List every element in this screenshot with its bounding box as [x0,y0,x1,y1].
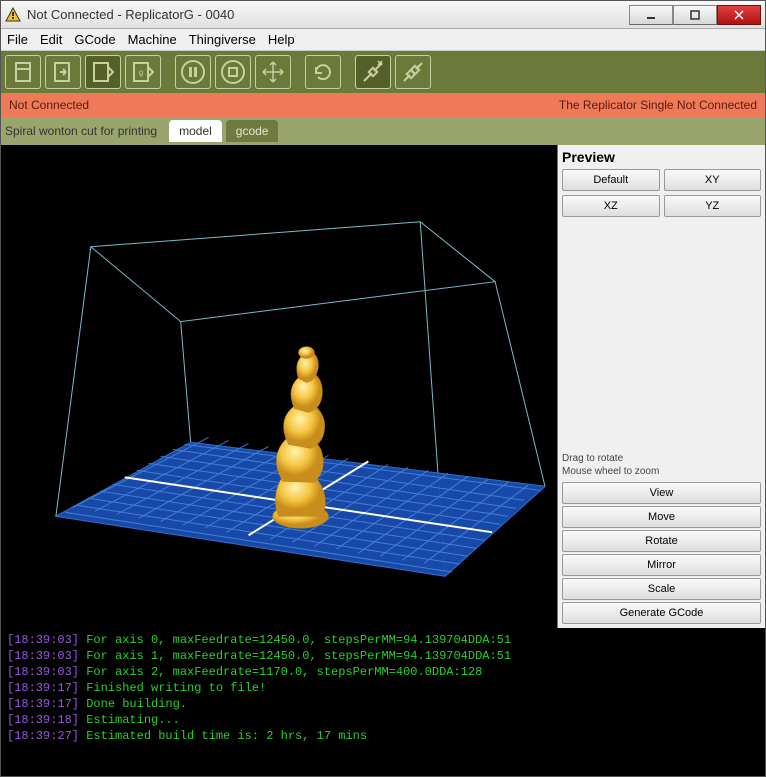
preview-xz-button[interactable]: XZ [562,195,660,217]
hint-drag: Drag to rotate [562,452,761,465]
toolbar-connect-icon[interactable] [355,55,391,89]
console-message: Finished writing to file! [79,681,266,695]
menu-edit[interactable]: Edit [40,32,62,47]
console-timestamp: [18:39:17] [7,681,79,695]
side-panel: Preview Default XY XZ YZ Drag to rotate … [558,145,765,628]
toolbar-move-icon[interactable] [255,55,291,89]
viewport-3d[interactable] [1,145,558,628]
status-machine: The Replicator Single Not Connected [559,98,757,112]
mirror-button[interactable]: Mirror [562,554,761,576]
console-line: [18:39:03] For axis 0, maxFeedrate=12450… [7,632,759,648]
app-icon [5,7,21,23]
window-title: Not Connected - ReplicatorG - 0040 [27,7,629,22]
window-close-button[interactable] [717,5,761,25]
console-message: For axis 0, maxFeedrate=12450.0, stepsPe… [79,633,511,647]
toolbar-stop-icon[interactable] [215,55,251,89]
file-name: Spiral wonton cut for printing [5,124,157,138]
generate-gcode-button[interactable]: Generate GCode [562,602,761,624]
menubar: File Edit GCode Machine Thingiverse Help [1,29,765,51]
console-timestamp: [18:39:18] [7,713,79,727]
toolbar: g [1,51,765,93]
window-minimize-button[interactable] [629,5,673,25]
toolbar-pause-icon[interactable] [175,55,211,89]
preview-default-button[interactable]: Default [562,169,660,191]
scale-button[interactable]: Scale [562,578,761,600]
menu-help[interactable]: Help [268,32,295,47]
console-message: Estimating... [79,713,180,727]
toolbar-build-icon[interactable] [85,55,121,89]
preview-yz-button[interactable]: YZ [664,195,762,217]
status-connection: Not Connected [9,98,89,112]
toolbar-reset-icon[interactable] [305,55,341,89]
model-preview [1,145,557,628]
toolbar-build-gcode-icon[interactable]: g [125,55,161,89]
console-line: [18:39:17] Done building. [7,696,759,712]
console-line: [18:39:03] For axis 2, maxFeedrate=1170.… [7,664,759,680]
console-timestamp: [18:39:03] [7,665,79,679]
console-line: [18:39:17] Finished writing to file! [7,680,759,696]
console-message: Estimated build time is: 2 hrs, 17 mins [79,729,367,743]
console-message: For axis 1, maxFeedrate=12450.0, stepsPe… [79,649,511,663]
console[interactable]: [18:39:03] For axis 0, maxFeedrate=12450… [1,628,765,776]
menu-file[interactable]: File [7,32,28,47]
preview-title: Preview [562,149,761,165]
svg-text:g: g [139,68,143,77]
tab-model[interactable]: model [169,120,222,142]
titlebar: Not Connected - ReplicatorG - 0040 [1,1,765,29]
move-button[interactable]: Move [562,506,761,528]
window-maximize-button[interactable] [673,5,717,25]
console-line: [18:39:27] Estimated build time is: 2 hr… [7,728,759,744]
toolbar-open-icon[interactable] [45,55,81,89]
console-message: For axis 2, maxFeedrate=1170.0, stepsPer… [79,665,482,679]
preview-xy-button[interactable]: XY [664,169,762,191]
rotate-button[interactable]: Rotate [562,530,761,552]
tab-gcode[interactable]: gcode [226,120,279,142]
toolbar-new-icon[interactable] [5,55,41,89]
console-timestamp: [18:39:03] [7,649,79,663]
menu-thingiverse[interactable]: Thingiverse [189,32,256,47]
console-line: [18:39:18] Estimating... [7,712,759,728]
console-timestamp: [18:39:03] [7,633,79,647]
console-line: [18:39:03] For axis 1, maxFeedrate=12450… [7,648,759,664]
menu-gcode[interactable]: GCode [74,32,115,47]
console-timestamp: [18:39:27] [7,729,79,743]
status-bar: Not Connected The Replicator Single Not … [1,93,765,117]
file-bar: Spiral wonton cut for printing model gco… [1,117,765,145]
console-timestamp: [18:39:17] [7,697,79,711]
view-button[interactable]: View [562,482,761,504]
console-message: Done building. [79,697,187,711]
menu-machine[interactable]: Machine [128,32,177,47]
toolbar-disconnect-icon[interactable] [395,55,431,89]
hint-wheel: Mouse wheel to zoom [562,465,761,478]
